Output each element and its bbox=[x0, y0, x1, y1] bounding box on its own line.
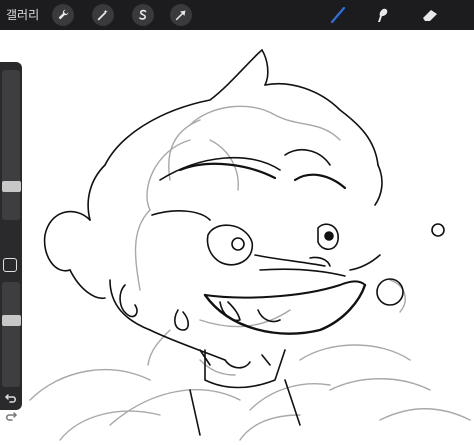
magic-wand-icon bbox=[97, 9, 108, 21]
brush-icon bbox=[330, 6, 346, 24]
wrench-icon bbox=[58, 9, 69, 20]
transform-button[interactable] bbox=[170, 4, 192, 26]
arrow-transform-icon bbox=[175, 10, 186, 21]
adjustments-button[interactable] bbox=[92, 4, 114, 26]
modify-button[interactable] bbox=[3, 258, 17, 272]
selection-button[interactable] bbox=[132, 4, 154, 26]
redo-button[interactable] bbox=[3, 408, 19, 424]
redo-icon bbox=[6, 412, 17, 421]
actions-wrench-button[interactable] bbox=[52, 4, 74, 26]
undo-icon bbox=[5, 394, 16, 403]
left-sidebar bbox=[0, 62, 22, 421]
drawing-canvas[interactable] bbox=[0, 30, 474, 445]
selection-s-icon bbox=[139, 9, 147, 20]
top-toolbar: 갤러리 bbox=[0, 0, 474, 30]
sketch-artwork bbox=[29, 49, 471, 441]
brush-size-thumb[interactable] bbox=[2, 181, 21, 192]
eraser-icon bbox=[423, 10, 437, 21]
opacity-thumb[interactable] bbox=[2, 315, 21, 326]
brush-size-slider[interactable] bbox=[2, 70, 21, 220]
opacity-slider[interactable] bbox=[2, 282, 21, 387]
gallery-button[interactable]: 갤러리 bbox=[6, 6, 39, 24]
eraser-tool-button[interactable] bbox=[418, 3, 442, 27]
smudge-icon bbox=[378, 8, 388, 22]
smudge-tool-button[interactable] bbox=[370, 3, 394, 27]
undo-button[interactable] bbox=[3, 390, 19, 406]
brush-tool-button[interactable] bbox=[326, 3, 350, 27]
